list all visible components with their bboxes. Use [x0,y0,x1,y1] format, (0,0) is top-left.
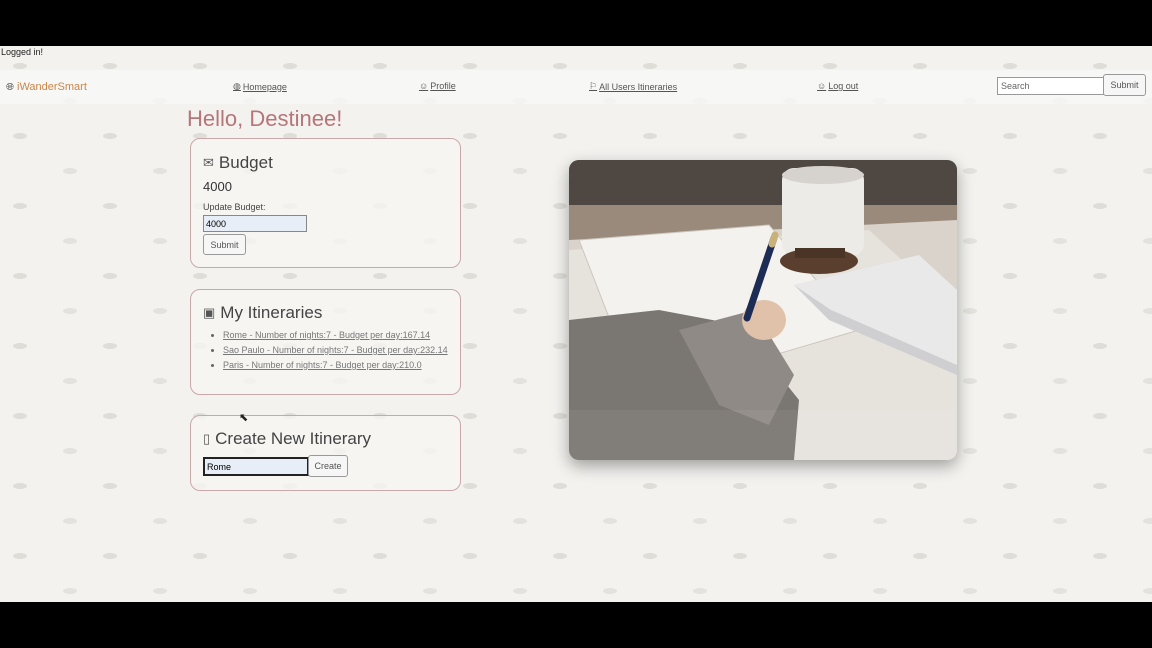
itineraries-title: ▣ My Itineraries [203,303,322,323]
update-budget-label: Update Budget: [203,202,266,212]
archive-box-icon: ▣ [203,305,216,320]
nav-logout-label: Log out [828,81,859,91]
itineraries-card: ▣ My Itineraries Rome - Number of nights… [190,289,461,395]
budget-card: ✉︎ Budget 4000 Update Budget: Submit [190,138,461,268]
brand[interactable]: 🌐︎ iWanderSmart [6,81,87,93]
search-submit-button[interactable]: Submit [1103,74,1146,96]
piggy-bank-icon: ✉︎ [203,155,214,170]
nav-profile-label: Profile [430,81,456,91]
brand-name: iWanderSmart [17,81,87,93]
smiley-icon: ☺ [419,81,429,91]
mouse-cursor: ⬉ [239,412,249,424]
list-item: Rome - Number of nights:7 - Budget per d… [223,330,448,340]
globe-icon: ◍ [233,81,241,91]
create-itinerary-title: ▯ Create New Itinerary [203,429,371,449]
list-item: Sao Paulo - Number of nights:7 - Budget … [223,345,448,355]
budget-submit-button[interactable]: Submit [203,234,246,255]
nav-logout[interactable]: ☺ Log out [817,81,858,91]
nav-profile[interactable]: ☺ Profile [419,81,456,91]
budget-title-label: Budget [218,153,273,172]
itinerary-link-paris[interactable]: Paris - Number of nights:7 - Budget per … [223,360,422,370]
nav-homepage-label: Homepage [242,81,287,92]
navbar: 🌐︎ iWanderSmart ◍ Homepage ☺ Profile ⚐ A… [0,70,1152,104]
itinerary-link-rome[interactable]: Rome - Number of nights:7 - Budget per d… [223,330,430,340]
search-input[interactable] [997,77,1105,95]
budget-input[interactable] [203,215,307,232]
nav-homepage[interactable]: ◍ Homepage [233,81,287,92]
nav-all-itineraries-label: All Users Itineraries [599,81,678,92]
itinerary-name-input[interactable] [203,457,309,476]
budget-value: 4000 [203,179,232,194]
create-button[interactable]: Create [308,455,348,477]
writing-desk-image [569,160,957,460]
budget-title: ✉︎ Budget [203,153,273,173]
list-item: Paris - Number of nights:7 - Budget per … [223,360,448,370]
suitcase-icon: ▯ [203,431,211,446]
page-greeting: Hello, Destinee! [187,106,343,131]
smiley-icon: ☺ [817,81,827,91]
itinerary-link-sao-paulo[interactable]: Sao Paulo - Number of nights:7 - Budget … [223,345,448,355]
create-itinerary-title-label: Create New Itinerary [215,429,372,448]
nav-all-itineraries[interactable]: ⚐ All Users Itineraries [589,81,677,92]
hero-photo [569,160,957,460]
signpost-icon: ⚐ [589,81,598,91]
globe-icon: 🌐︎ [6,81,14,93]
create-itinerary-card: ▯ Create New Itinerary Create [190,415,461,491]
itineraries-title-label: My Itineraries [220,303,323,322]
page-viewport: Logged in! 🌐︎ iWanderSmart ◍ Homepage ☺ … [0,46,1152,602]
flash-message: Logged in! [1,47,44,57]
itinerary-list: Rome - Number of nights:7 - Budget per d… [203,330,448,375]
